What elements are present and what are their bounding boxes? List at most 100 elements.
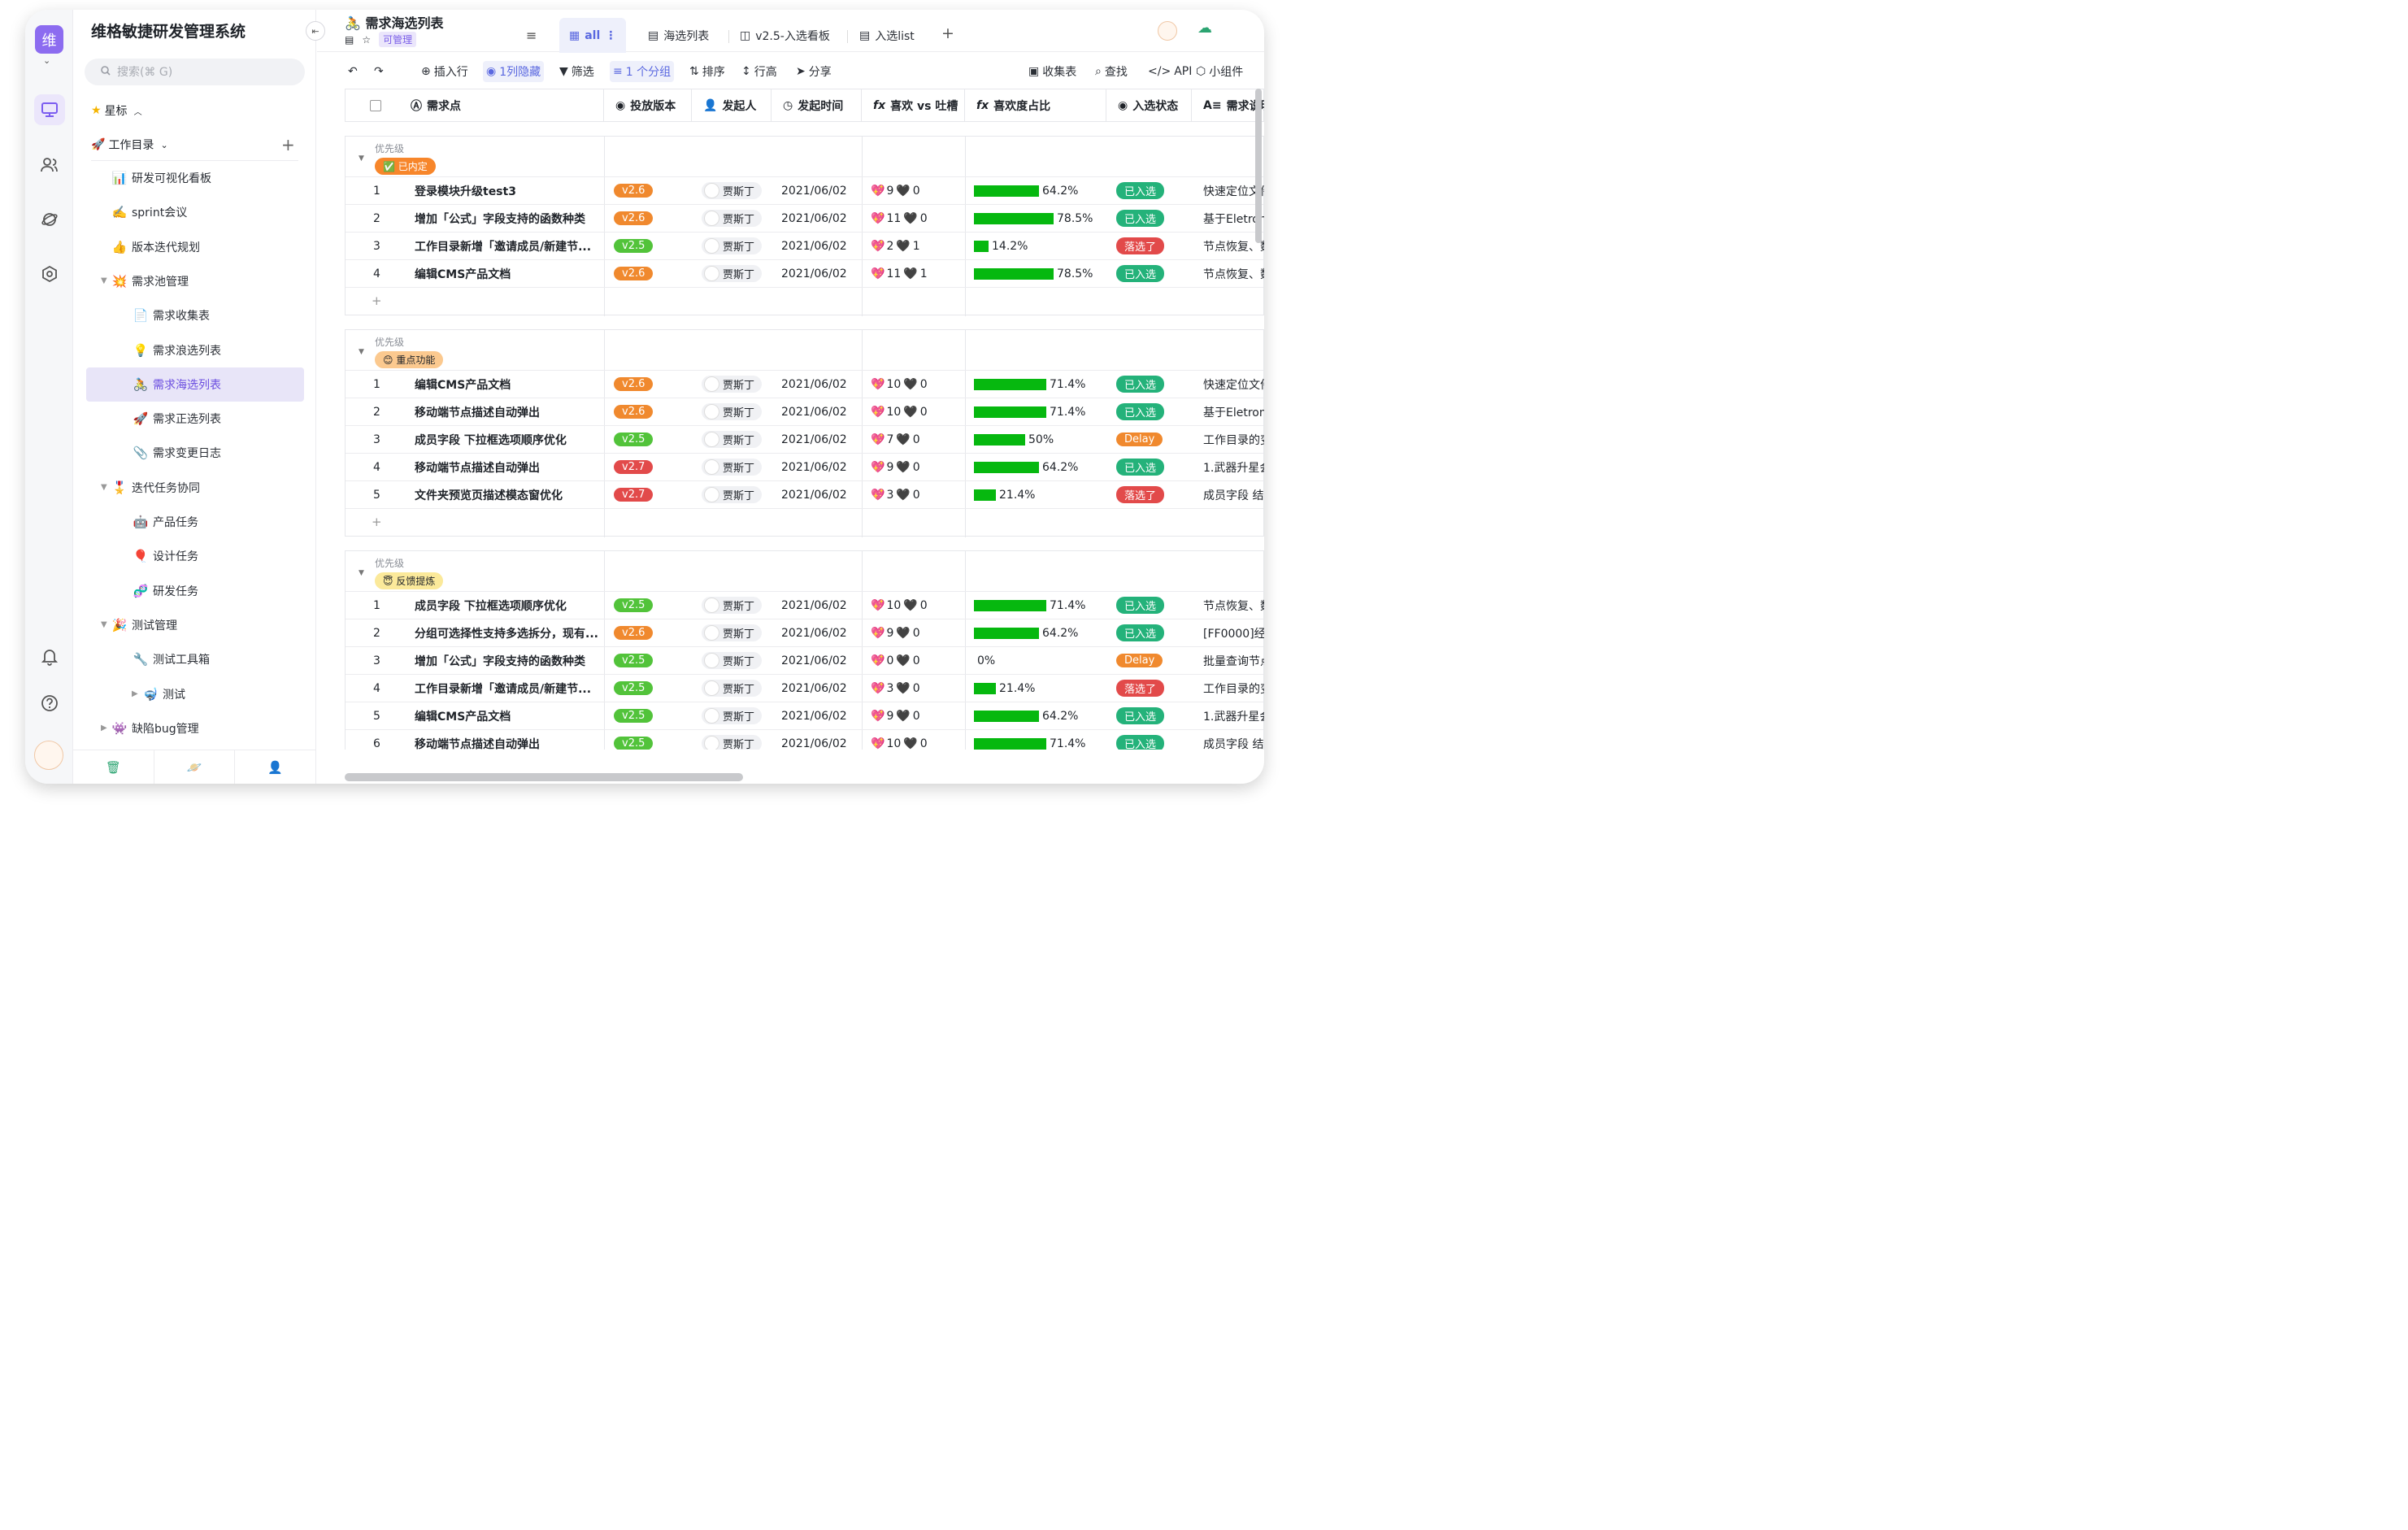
sidebar-item[interactable]: 📊 研发可视化看板 xyxy=(86,161,304,195)
version-cell[interactable]: v2.6 xyxy=(614,371,654,398)
version-cell[interactable]: v2.5 xyxy=(614,675,654,702)
invite-member-icon[interactable]: 👤 xyxy=(235,750,317,784)
version-cell[interactable]: v2.5 xyxy=(614,233,654,259)
header-creator-cell[interactable]: 👤 发起人 xyxy=(692,89,772,121)
starred-section[interactable]: ★ 星标 ︿ xyxy=(91,102,142,119)
creator-cell[interactable]: 贾斯丁 xyxy=(702,702,763,729)
add-record-icon[interactable]: + xyxy=(372,515,382,529)
expand-arrow-icon[interactable]: ▶ xyxy=(101,724,111,732)
find-button[interactable]: ⌕ 查找 xyxy=(1092,61,1131,82)
status-cell[interactable]: 落选了 xyxy=(1116,233,1165,259)
creator-cell[interactable]: 贾斯丁 xyxy=(702,426,763,453)
version-cell[interactable]: v2.5 xyxy=(614,647,654,674)
sidebar-item[interactable]: 📎 需求变更日志 xyxy=(86,436,304,470)
add-node-icon[interactable]: + xyxy=(281,135,295,154)
date-cell[interactable]: 2021/06/02 xyxy=(781,619,847,646)
description-cell[interactable]: 1.武器升星会 xyxy=(1203,454,1264,480)
form-button[interactable]: ▣ 收集表 xyxy=(1025,61,1080,82)
group-button[interactable]: ≡ 1 个分组 xyxy=(610,61,675,82)
status-cell[interactable]: 已入选 xyxy=(1116,260,1165,287)
date-cell[interactable]: 2021/06/02 xyxy=(781,454,847,480)
ratio-cell[interactable]: 71.4% xyxy=(974,371,1085,398)
tab-haixuan[interactable]: ▤ 海选列表 xyxy=(638,18,719,53)
date-cell[interactable]: 2021/06/02 xyxy=(781,675,847,702)
description-cell[interactable]: 节点恢复、数 xyxy=(1203,592,1264,619)
undo-icon[interactable]: ↶ xyxy=(345,61,361,82)
date-cell[interactable]: 2021/06/02 xyxy=(781,702,847,729)
header-version-cell[interactable]: ◉ 投放版本 xyxy=(604,89,692,121)
sidebar-item[interactable]: 🎈 设计任务 xyxy=(86,539,304,573)
date-cell[interactable]: 2021/06/02 xyxy=(781,205,847,232)
hidden-columns-button[interactable]: ◉ 1列隐藏 xyxy=(483,61,545,82)
creator-cell[interactable]: 贾斯丁 xyxy=(702,398,763,425)
select-all-checkbox[interactable] xyxy=(370,99,381,111)
sidebar-item[interactable]: 👍 版本迭代规划 xyxy=(86,230,304,264)
table-row[interactable]: 4 移动端节点描述自动弹出 v2.7 贾斯丁 2021/06/02 💖 9 🖤 0 64.2% 已入… xyxy=(346,453,1264,480)
creator-cell[interactable]: 贾斯丁 xyxy=(702,233,763,259)
group-header[interactable]: ▼ 优先级 😊 重点功能 xyxy=(346,330,1263,370)
description-cell[interactable]: 基于Eletron的 xyxy=(1203,398,1264,425)
table-row[interactable]: 5 编辑CMS产品文档 v2.5 贾斯丁 2021/06/02 💖 9 🖤 0 64.2% 已入选 1… xyxy=(346,702,1264,729)
table-row[interactable]: 4 编辑CMS产品文档 v2.6 贾斯丁 2021/06/02 💖 11 🖤 1 78.5% 已入选… xyxy=(346,259,1264,287)
template-icon[interactable]: 🪐 xyxy=(154,750,236,784)
date-cell[interactable]: 2021/06/02 xyxy=(781,371,847,398)
description-cell[interactable]: 工作目录的变 xyxy=(1203,426,1264,453)
creator-cell[interactable]: 贾斯丁 xyxy=(702,675,763,702)
table-row[interactable]: 2 分组可选择性支持多选拆分，现有... v2.6 贾斯丁 2021/06/02 💖 9 🖤 0… xyxy=(346,619,1264,646)
table-row[interactable]: 4 工作目录新增「邀请成员/新建节... v2.5 贾斯丁 2021/06/02 💖 3 🖤 0… xyxy=(346,674,1264,702)
sidebar-item[interactable]: ▶ 🤿 测试 xyxy=(86,677,304,711)
ratio-cell[interactable]: 64.2% xyxy=(974,619,1078,646)
group-header[interactable]: ▼ 优先级 ✅ 已内定 xyxy=(346,137,1263,176)
version-cell[interactable]: v2.5 xyxy=(614,592,654,619)
add-record-icon[interactable]: + xyxy=(372,293,382,308)
widget-button[interactable]: ⬡ 小组件 xyxy=(1193,61,1246,82)
like-cell[interactable]: 💖 7 🖤 0 xyxy=(871,426,920,453)
workbench-icon[interactable] xyxy=(34,94,65,125)
header-status-cell[interactable]: ◉ 入选状态 xyxy=(1106,89,1192,121)
search-box[interactable] xyxy=(85,59,305,85)
like-cell[interactable]: 💖 10 🖤 0 xyxy=(871,371,928,398)
like-cell[interactable]: 💖 9 🖤 0 xyxy=(871,702,920,729)
favorite-star-icon[interactable]: ☆ xyxy=(362,34,371,46)
ratio-cell[interactable]: 0% xyxy=(974,647,995,674)
requirement-cell[interactable]: 工作目录新增「邀请成员/新建节... xyxy=(415,233,598,259)
collapse-arrow-icon[interactable]: ▼ xyxy=(101,483,111,492)
like-cell[interactable]: 💖 2 🖤 1 xyxy=(871,233,920,259)
trash-icon[interactable]: 🗑 xyxy=(73,750,154,784)
status-cell[interactable]: 已入选 xyxy=(1116,730,1165,750)
horizontal-scrollbar[interactable] xyxy=(345,773,743,781)
requirement-cell[interactable]: 编辑CMS产品文档 xyxy=(415,260,598,287)
creator-cell[interactable]: 贾斯丁 xyxy=(702,619,763,646)
members-icon[interactable] xyxy=(34,150,65,180)
table-row[interactable]: 2 增加「公式」字段支持的函数种类 v2.6 贾斯丁 2021/06/02 💖 11 🖤 0 78… xyxy=(346,204,1264,232)
sidebar-item[interactable]: ▶ 👾 缺陷bug管理 xyxy=(86,711,304,745)
status-cell[interactable]: 落选了 xyxy=(1116,675,1165,702)
more-icon[interactable]: ⋮ xyxy=(605,29,616,42)
group-header[interactable]: ▼ 优先级 😇 反馈提炼 xyxy=(346,551,1263,591)
ratio-cell[interactable]: 21.4% xyxy=(974,481,1035,508)
creator-cell[interactable]: 贾斯丁 xyxy=(702,260,763,287)
collapse-arrow-icon[interactable]: ▼ xyxy=(101,620,111,629)
like-cell[interactable]: 💖 10 🖤 0 xyxy=(871,592,928,619)
sidebar-item[interactable]: 🔧 测试工具箱 xyxy=(86,642,304,676)
date-cell[interactable]: 2021/06/02 xyxy=(781,592,847,619)
like-cell[interactable]: 💖 11 🖤 1 xyxy=(871,260,928,287)
column-header[interactable]: 需求点 xyxy=(427,98,461,114)
sidebar-item[interactable]: 📄 需求收集表 xyxy=(86,298,304,333)
header-like-cell[interactable]: fx 喜欢 vs 吐槽 xyxy=(862,89,965,121)
chevron-down-icon[interactable]: ⌄ xyxy=(43,55,50,66)
status-cell[interactable]: 已入选 xyxy=(1116,592,1165,619)
ratio-cell[interactable]: 14.2% xyxy=(974,233,1028,259)
sidebar-item[interactable]: ✍️ sprint会议 xyxy=(86,195,304,229)
tab-all[interactable]: ▦ all ⋮ xyxy=(559,18,627,53)
add-view-icon[interactable]: + xyxy=(941,24,954,42)
sidebar-item[interactable]: 🤖 产品任务 xyxy=(86,505,304,539)
title-text[interactable]: 需求海选列表 xyxy=(366,15,444,31)
requirement-cell[interactable]: 编辑CMS产品文档 xyxy=(415,371,598,398)
description-icon[interactable]: ▤ xyxy=(345,34,354,46)
notification-bell-icon[interactable] xyxy=(34,641,65,672)
group-toggle-icon[interactable]: ▼ xyxy=(359,569,364,577)
header-ratio-cell[interactable]: fx 喜欢度占比 xyxy=(965,89,1106,121)
ratio-cell[interactable]: 50% xyxy=(974,426,1054,453)
date-cell[interactable]: 2021/06/02 xyxy=(781,177,847,204)
